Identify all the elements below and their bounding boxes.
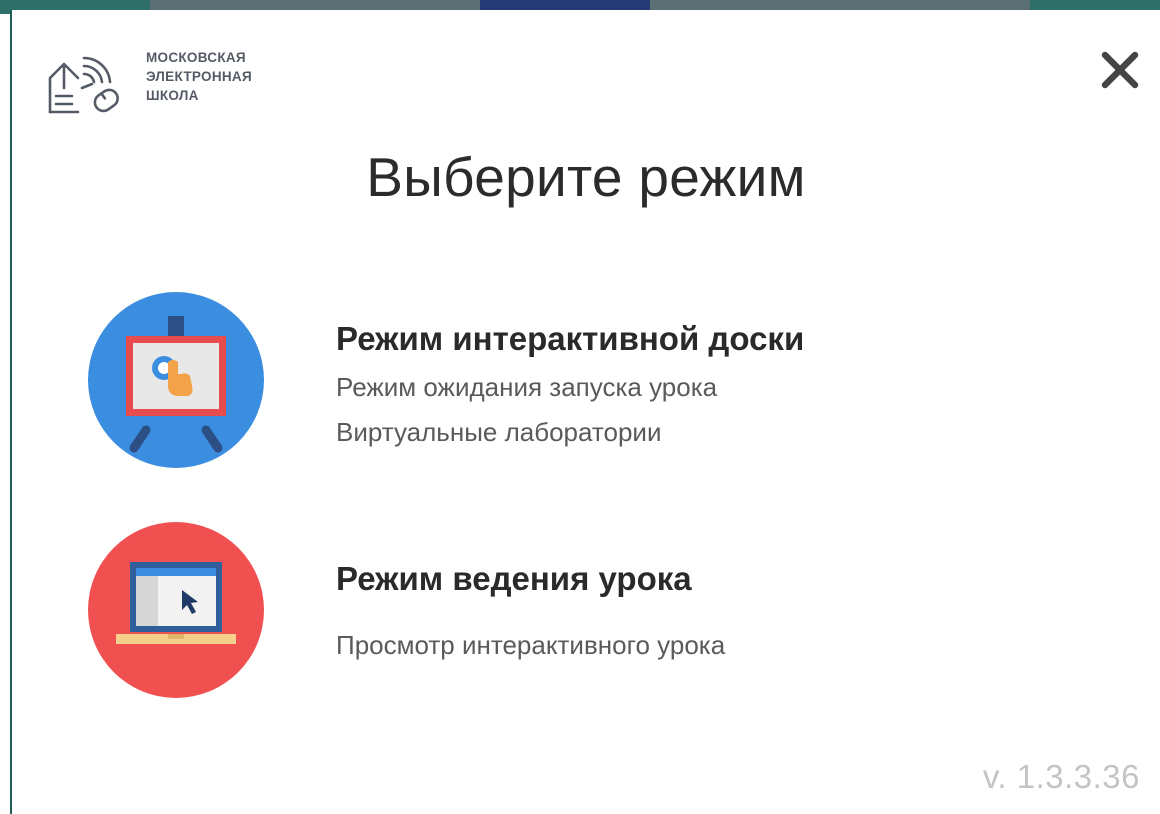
mode-title: Режим ведения урока <box>336 560 692 597</box>
mode-description-line: Просмотр интерактивного урока <box>336 630 726 660</box>
mode-lesson[interactable]: Режим ведения урока Просмотр интерактивн… <box>86 520 866 700</box>
version-label: v. 1.3.3.36 <box>982 758 1140 795</box>
interactive-board-icon <box>88 292 264 468</box>
laptop-lesson-icon <box>88 522 264 698</box>
logo-line-2: ЭЛЕКТРОННАЯ <box>146 69 252 84</box>
logo-text: МОСКОВСКАЯ ЭЛЕКТРОННАЯ ШКОЛА <box>146 48 306 105</box>
mode-interactive-board[interactable]: Режим интерактивной доски Режим ожидания… <box>86 290 866 470</box>
school-logo: МОСКОВСКАЯ ЭЛЕКТРОННАЯ ШКОЛА <box>44 48 304 120</box>
page-title: Выберите режим <box>366 146 806 208</box>
logo-line-1: МОСКОВСКАЯ <box>146 50 246 65</box>
mode-title: Режим интерактивной доски <box>336 320 805 357</box>
mode-description-line: Виртуальные лаборатории <box>336 417 662 447</box>
mode-select-dialog: МОСКОВСКАЯ ЭЛЕКТРОННАЯ ШКОЛА Выберите ре… <box>10 10 1160 814</box>
mesh-logo-icon <box>48 56 119 114</box>
mode-description-line: Режим ожидания запуска урока <box>336 372 718 402</box>
logo-line-3: ШКОЛА <box>146 88 199 103</box>
close-button[interactable] <box>1096 46 1144 94</box>
close-icon <box>1101 51 1139 89</box>
